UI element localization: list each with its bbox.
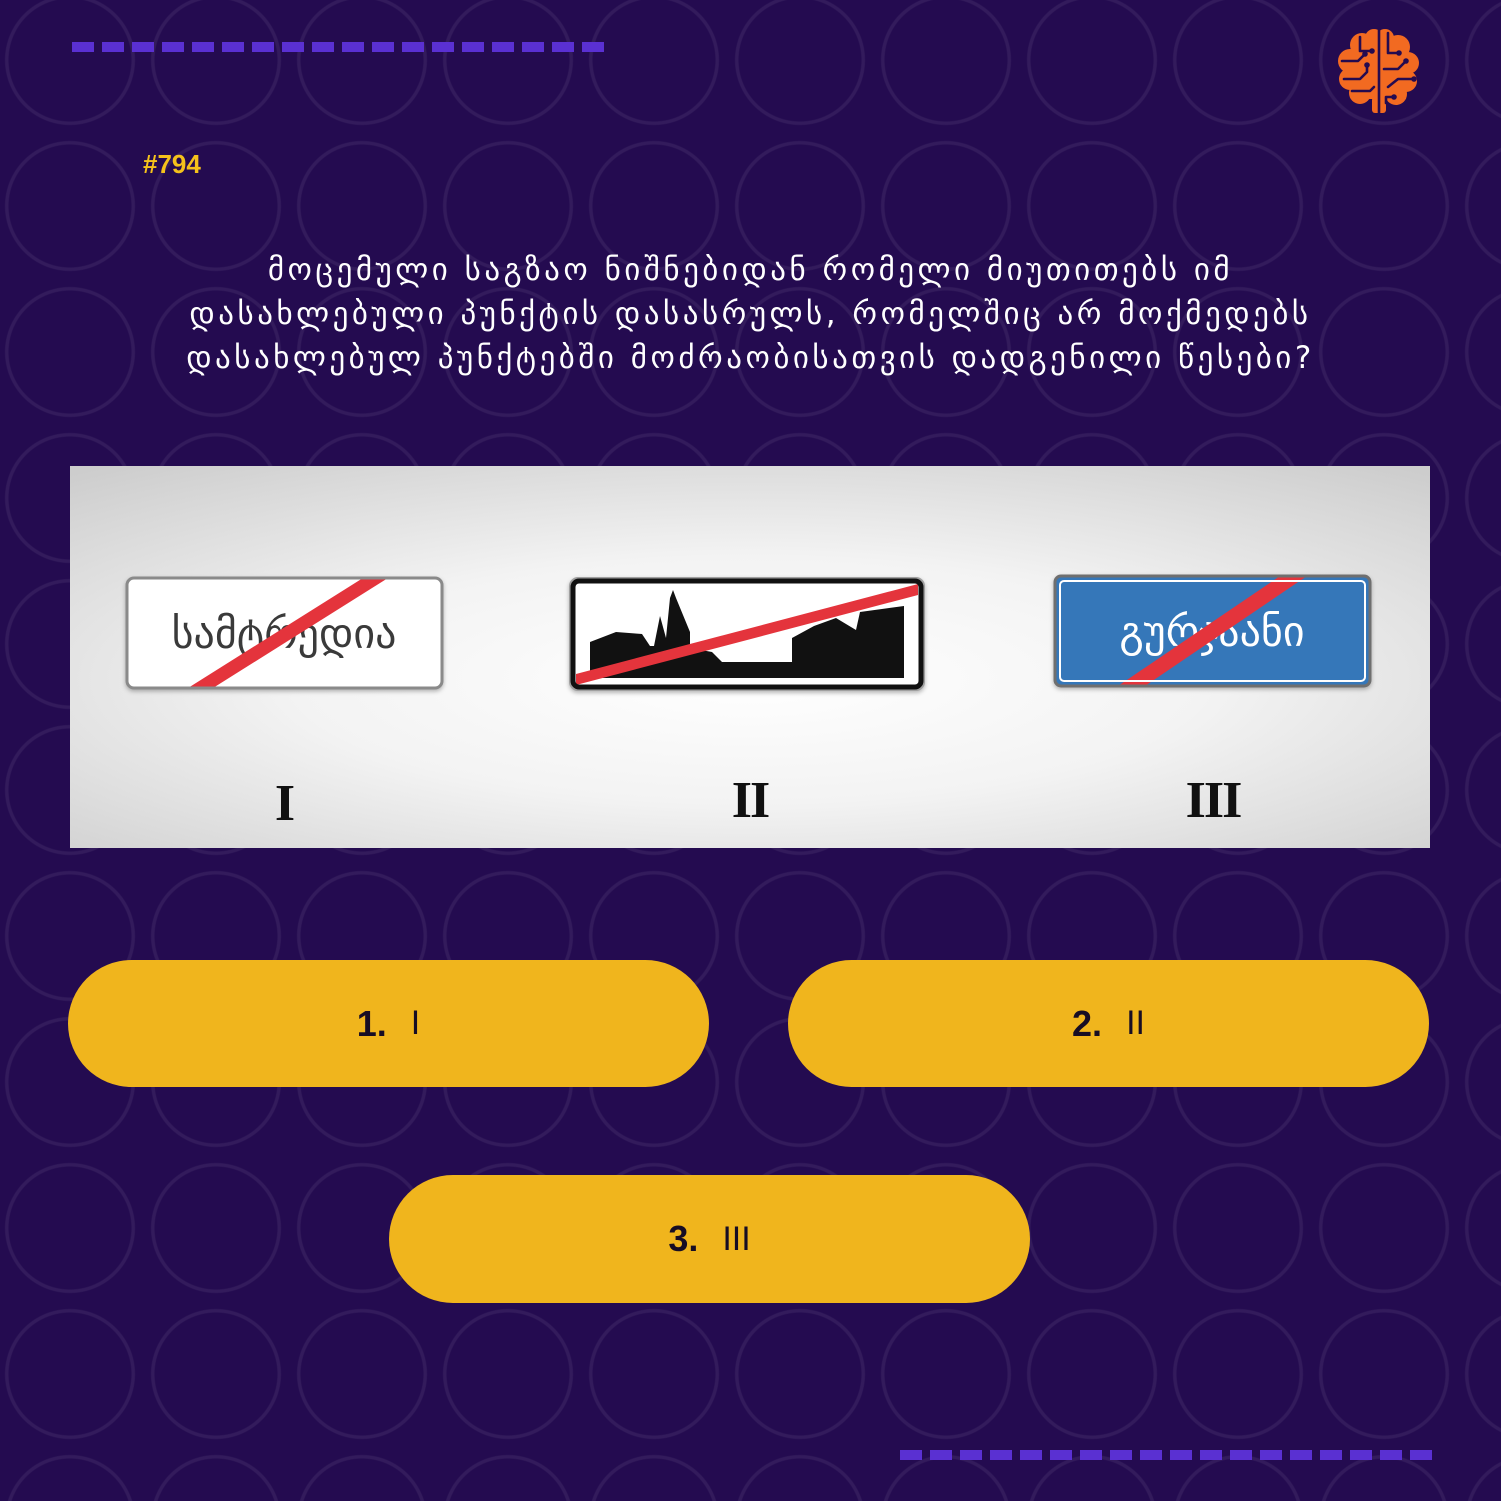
question-number: #794	[143, 149, 201, 179]
brain-circuit-icon	[1338, 27, 1419, 115]
answer-option-3[interactable]: 3. III	[389, 1175, 1030, 1303]
sign-i-settlement-end-white: სამტრედია	[125, 576, 444, 690]
sign-label-iii: III	[1186, 772, 1241, 829]
answer-number: 1.	[356, 1002, 387, 1044]
road-signs-svg: სამტრედია გურჯაანი I II III	[125, 574, 1372, 832]
question-line: დასახლებულ პუნქტებში მოძრაობისათვის დადგ…	[186, 340, 1315, 376]
bottom-dash-line	[900, 1450, 1436, 1460]
answer-option-2[interactable]: 2. II	[788, 960, 1429, 1087]
sign-iii-settlement-end-blue: გურჯაანი	[1053, 574, 1372, 688]
quiz-card: { "question_number": "#794", "question":…	[0, 0, 1501, 1501]
question-line: მოცემული საგზაო ნიშნებიდან რომელი მიუთით…	[267, 252, 1234, 288]
answer-option-1[interactable]: 1. I	[68, 960, 709, 1087]
answer-number: 3.	[668, 1218, 699, 1259]
question-line: დასახლებული პუნქტის დასასრულს, რომელშიც …	[189, 296, 1312, 332]
sign-label-ii: II	[732, 772, 769, 829]
answer-number: 2.	[1072, 1002, 1103, 1044]
top-dash-line	[72, 42, 605, 52]
road-signs-figure: სამტრედია გურჯაანი I II III	[70, 466, 1430, 848]
answer-label: II	[1126, 1004, 1145, 1042]
sign-ii-settlement-end-silhouette	[569, 577, 925, 691]
answer-label: III	[722, 1219, 751, 1258]
answer-label: I	[410, 1004, 421, 1042]
question-text: მოცემული საგზაო ნიშნებიდან რომელი მიუთით…	[0, 248, 1501, 380]
sign-label-i: I	[275, 775, 294, 832]
